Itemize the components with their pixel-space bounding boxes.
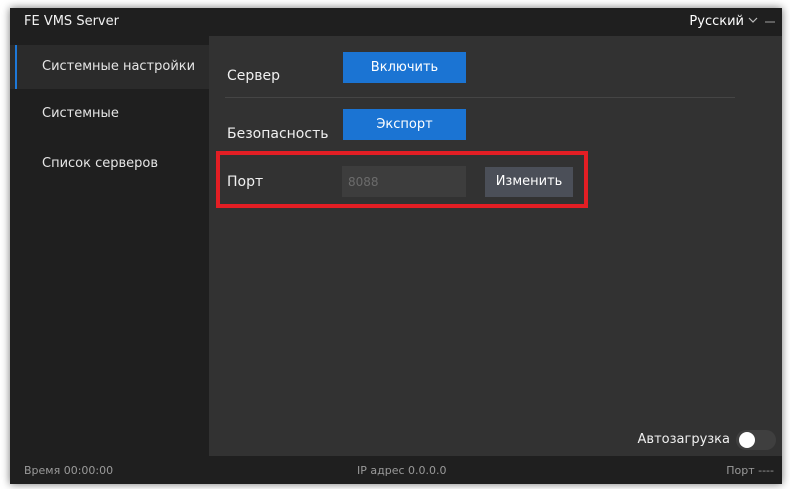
autoload-toggle[interactable] — [736, 430, 776, 450]
settings-panel: Сервер Включить Безопасность Экспорт Пор… — [209, 36, 782, 456]
change-port-button[interactable]: Изменить — [485, 167, 573, 197]
port-input[interactable] — [342, 166, 466, 197]
app-window: FE VMS Server Русский Системные настройк… — [10, 8, 782, 484]
status-time: Время 00:00:00 — [24, 464, 114, 477]
sidebar-item-label: Системные настройки — [42, 59, 196, 74]
toggle-knob — [739, 432, 755, 448]
chevron-down-icon[interactable] — [748, 15, 758, 25]
divider — [225, 97, 735, 98]
enable-server-button[interactable]: Включить — [343, 52, 466, 83]
status-ip: IP адрес 0.0.0.0 — [357, 464, 447, 477]
sidebar-item-label: Системные — [42, 106, 119, 121]
autoload-label: Автозагрузка — [637, 432, 730, 447]
export-button[interactable]: Экспорт — [343, 109, 466, 140]
minimize-icon[interactable] — [764, 14, 776, 28]
security-label: Безопасность — [227, 126, 329, 142]
sidebar-item-label: Список серверов — [42, 156, 159, 171]
sidebar-item-system[interactable]: Системные — [10, 92, 209, 136]
language-selector[interactable]: Русский — [689, 14, 744, 29]
server-label: Сервер — [227, 68, 281, 84]
sidebar-item-server-list[interactable]: Список серверов — [10, 142, 209, 186]
sidebar-item-system-settings[interactable]: Системные настройки — [10, 45, 209, 89]
sidebar: Системные настройки Системные Список сер… — [10, 36, 209, 456]
status-bar: Время 00:00:00 IP адрес 0.0.0.0 Порт ---… — [10, 456, 782, 484]
title-bar: FE VMS Server Русский — [10, 8, 782, 36]
port-label: Порт — [227, 174, 264, 190]
app-title: FE VMS Server — [24, 14, 119, 29]
status-port: Порт ---- — [726, 464, 774, 477]
